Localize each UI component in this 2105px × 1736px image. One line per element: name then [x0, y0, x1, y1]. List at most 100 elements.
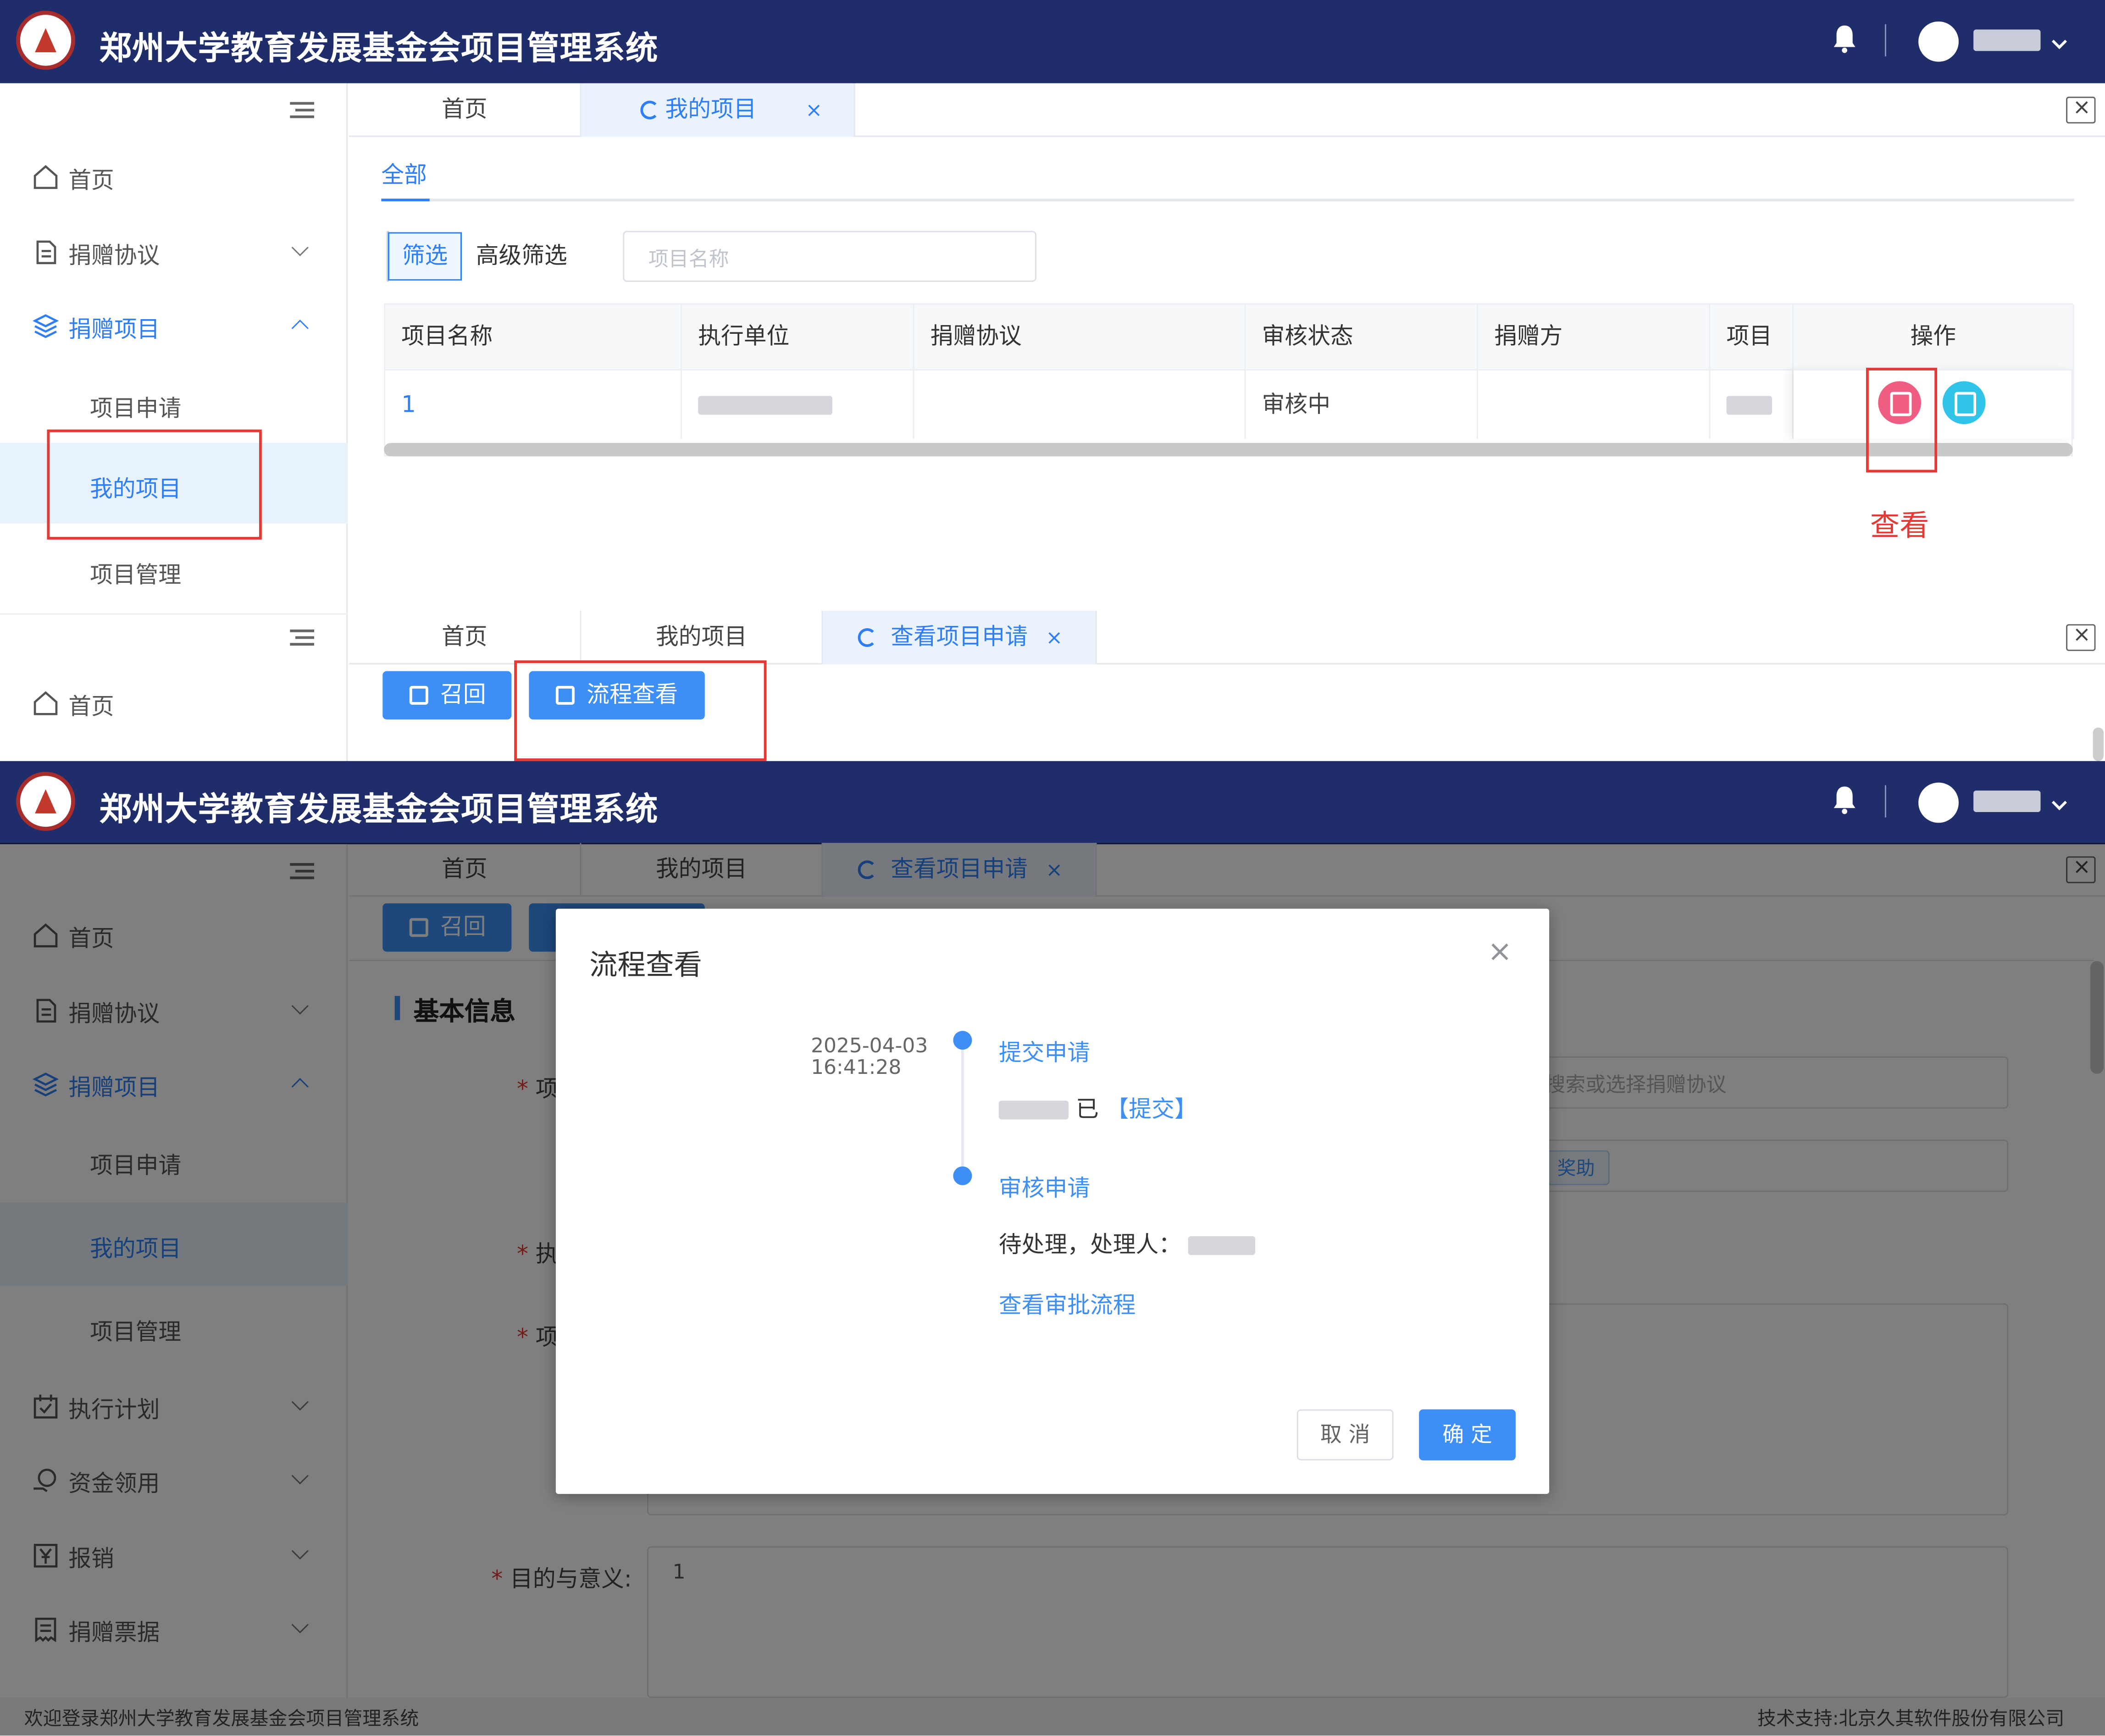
- user-avatar[interactable]: [1918, 21, 1959, 62]
- blurred-name: [998, 1100, 1069, 1120]
- sidebar-item-project[interactable]: 捐赠项目: [0, 288, 348, 364]
- highlight-box-my-project: [47, 429, 262, 540]
- recall-button[interactable]: 召回: [382, 671, 512, 720]
- user-avatar[interactable]: [1918, 782, 1959, 823]
- confirm-button[interactable]: 确 定: [1419, 1409, 1516, 1460]
- collapse-menu-icon[interactable]: [290, 629, 314, 646]
- document-icon: [36, 240, 56, 265]
- column-header: 项目负: [1710, 304, 1794, 370]
- bell-icon[interactable]: [1833, 24, 1857, 54]
- chevron-down-icon: [291, 239, 309, 256]
- app-header-2: 郑州大学教育发展基金会项目管理系统: [0, 761, 2105, 845]
- table-cell-exec-unit: [682, 369, 914, 439]
- table-cell-owner: [1710, 369, 1794, 439]
- column-header: 操作: [1793, 304, 2074, 370]
- close-all-tabs-icon[interactable]: [2066, 94, 2096, 124]
- highlight-box-flow-view: [514, 660, 767, 761]
- tab-home[interactable]: 首页: [349, 83, 582, 137]
- blurred-text: [698, 396, 832, 415]
- blurred-name: [1188, 1236, 1256, 1255]
- filter-button[interactable]: 筛选: [388, 232, 462, 281]
- layers-icon: [32, 314, 59, 338]
- cancel-button[interactable]: 取 消: [1296, 1409, 1394, 1460]
- timeline-dot: [953, 1166, 972, 1185]
- sidebar-item-label: 首页: [68, 167, 114, 195]
- dialog-title: 流程查看: [589, 949, 702, 981]
- refresh-icon[interactable]: [640, 100, 659, 120]
- tab-label: 我的项目: [655, 624, 748, 651]
- chevron-down-icon[interactable]: [2051, 34, 2067, 50]
- step-submit-link[interactable]: 提交申请: [999, 1034, 1090, 1067]
- timeline-dot: [953, 1031, 972, 1050]
- flow-view-dialog: 流程查看 × 2025-04-03 16:41:28 提交申请 已 【提交】 审核…: [555, 908, 1550, 1494]
- chevron-up-icon: [291, 320, 309, 337]
- close-all-tabs-icon[interactable]: [2066, 621, 2096, 651]
- subtab-divider: [381, 199, 2074, 202]
- project-table: 项目名称 执行单位 捐赠协议 审核状态 捐赠方 项目负 操作 1 审核中: [384, 303, 2074, 457]
- tab-label: 首页: [442, 624, 487, 651]
- table-cell-donor: [1478, 369, 1711, 439]
- tab-label: 查看项目申请: [891, 624, 1028, 651]
- sidebar-item-label: 首页: [68, 694, 114, 721]
- tab-my-project[interactable]: 我的项目: [582, 610, 823, 665]
- collapse-menu-icon[interactable]: [290, 102, 314, 118]
- button-label: 召回: [440, 682, 486, 709]
- sidebar-item-project-manage[interactable]: 项目管理: [0, 534, 348, 609]
- step-review-detail: 待处理，处理人：: [999, 1226, 1256, 1259]
- column-header: 捐赠方: [1478, 304, 1711, 370]
- app-header: 郑州大学教育发展基金会项目管理系统: [0, 0, 2105, 83]
- sidebar-2: 首页: [0, 613, 348, 761]
- sidebar-item-home[interactable]: 首页: [0, 139, 348, 215]
- view-approval-flow-link[interactable]: 查看审批流程: [999, 1286, 1136, 1320]
- sidebar-item-label: 捐赠项目: [68, 316, 160, 344]
- close-icon[interactable]: ×: [1487, 935, 1512, 969]
- app-title: 郑州大学教育发展基金会项目管理系统: [99, 791, 659, 829]
- recall-icon: [409, 686, 428, 705]
- chevron-down-icon[interactable]: [2051, 795, 2067, 811]
- user-name-blurred[interactable]: [1973, 791, 2041, 813]
- table-horizontal-scrollbar[interactable]: [384, 443, 2073, 457]
- column-header: 审核状态: [1246, 304, 1478, 370]
- column-header: 项目名称: [385, 304, 682, 370]
- tab-view-apply[interactable]: 查看项目申请 ×: [823, 610, 1097, 665]
- university-logo-icon: [16, 11, 75, 70]
- tab-bar-2: 首页 我的项目 查看项目申请 ×: [349, 610, 2105, 665]
- sidebar-item-label: 项目管理: [90, 562, 182, 590]
- close-icon[interactable]: ×: [805, 83, 822, 137]
- university-logo-icon: [16, 772, 75, 831]
- subtab-underline: [381, 199, 430, 202]
- blurred-text: [1726, 396, 1773, 415]
- advanced-filter-button[interactable]: 高级筛选: [462, 232, 582, 280]
- step-submit-detail: 已 【提交】: [998, 1090, 1197, 1123]
- table-cell-project-name[interactable]: 1: [385, 369, 682, 439]
- sidebar-item-label: 捐赠协议: [68, 243, 160, 270]
- tab-home[interactable]: 首页: [349, 610, 582, 665]
- vertical-scrollbar[interactable]: [2093, 727, 2104, 761]
- home-icon: [33, 691, 58, 715]
- column-header: 捐赠协议: [914, 304, 1246, 370]
- timeline-time: 2025-04-03 16:41:28: [811, 1034, 928, 1079]
- app-title: 郑州大学教育发展基金会项目管理系统: [99, 29, 659, 67]
- column-header: 执行单位: [682, 304, 914, 370]
- annotation-view-label: 查看: [1870, 510, 1929, 544]
- highlight-box-view: [1866, 368, 1938, 473]
- close-icon[interactable]: ×: [1046, 611, 1063, 664]
- table-cell-status: 审核中: [1246, 369, 1478, 439]
- sidebar-item-home[interactable]: 首页: [0, 666, 348, 741]
- filter-button-group: 筛选 高级筛选: [387, 231, 567, 282]
- refresh-icon[interactable]: [858, 628, 877, 647]
- header-divider: [1884, 785, 1886, 818]
- print-icon[interactable]: [1942, 381, 1986, 425]
- bell-icon[interactable]: [1833, 785, 1857, 814]
- subtab-all[interactable]: 全部: [381, 156, 427, 189]
- search-input[interactable]: 项目名称: [623, 231, 1036, 282]
- sidebar-item-label: 项目申请: [90, 396, 182, 423]
- user-name-blurred[interactable]: [1973, 29, 2041, 51]
- tab-label: 我的项目: [665, 96, 757, 124]
- step-review-link[interactable]: 审核申请: [999, 1169, 1090, 1203]
- timeline-line: [961, 1050, 964, 1176]
- home-icon: [33, 165, 58, 189]
- sidebar-item-agreement[interactable]: 捐赠协议: [0, 215, 348, 290]
- tab-my-project[interactable]: 我的项目 ×: [581, 83, 855, 137]
- table-cell-agreement: [914, 369, 1246, 439]
